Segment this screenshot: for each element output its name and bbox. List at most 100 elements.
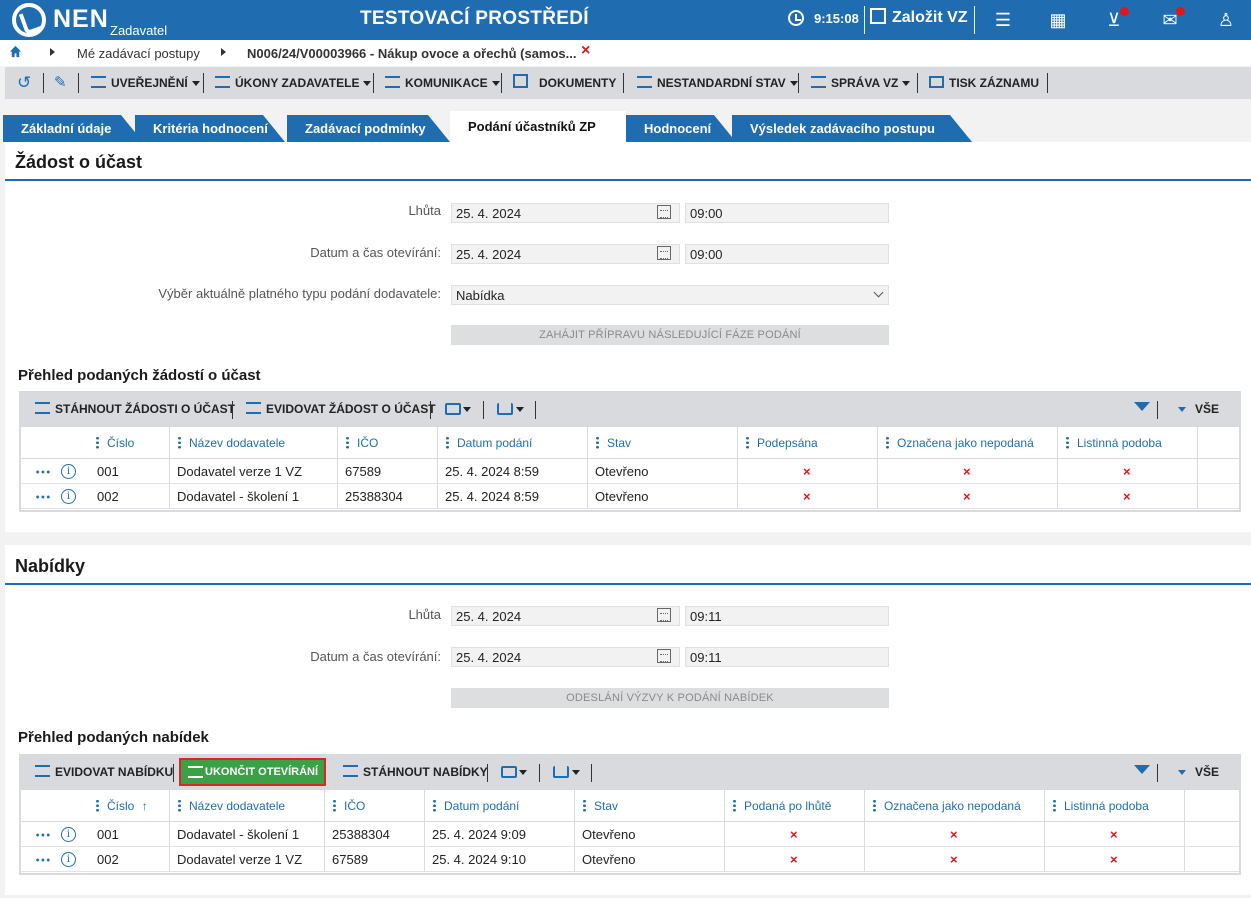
col-stav-label: Stav xyxy=(594,799,619,813)
caret-down-icon[interactable] xyxy=(1178,407,1186,412)
col-oznacena[interactable]: Označena jako nepodaná xyxy=(873,790,1021,822)
lhuta-time-input[interactable]: 09:11 xyxy=(685,606,889,626)
caret-down-icon[interactable] xyxy=(463,407,471,412)
caret-down-icon[interactable] xyxy=(516,407,524,412)
menu-sprava-vz[interactable]: SPRÁVA VZ xyxy=(811,67,911,99)
info-icon[interactable]: i xyxy=(61,489,76,504)
tab-vysledek[interactable]: Výsledek zadávacího postupu xyxy=(732,115,972,142)
col-oznacena[interactable]: Označena jako nepodaná xyxy=(886,427,1034,459)
info-icon[interactable]: i xyxy=(61,852,76,867)
sort-ascending-icon[interactable]: ↑ xyxy=(142,799,148,813)
otevirani-time-input[interactable]: 09:00 xyxy=(685,244,889,264)
vse-button[interactable]: VŠE xyxy=(1195,754,1219,790)
tab-kriteria-hodnoceni[interactable]: Kritéria hodnocení xyxy=(135,115,285,142)
table-row[interactable]: i 002 Dodavatel - školení 1 25388304 25.… xyxy=(21,484,1239,509)
otevirani-date-input[interactable]: 25. 4. 2024 xyxy=(451,647,680,667)
create-vz-button[interactable]: Založit VZ xyxy=(870,8,968,32)
table-row[interactable]: i 001 Dodavatel verze 1 VZ 67589 25. 4. … xyxy=(21,459,1239,484)
refresh-icon[interactable]: ↺ xyxy=(17,67,31,99)
caret-down-icon[interactable] xyxy=(519,770,527,775)
calendar-icon[interactable] xyxy=(657,246,671,260)
cross-icon: × xyxy=(790,827,798,842)
table-row[interactable]: i 001 Dodavatel - školení 1 25388304 25.… xyxy=(21,822,1239,847)
evidovat-zadost-button[interactable]: EVIDOVAT ŽÁDOST O ÚČAST xyxy=(246,391,436,427)
menu-icon[interactable]: ☰ xyxy=(991,8,1015,32)
evidovat-nabidku-button[interactable]: EVIDOVAT NABÍDKU xyxy=(35,754,173,790)
ukoncit-otevirani-button[interactable]: UKONČIT OTEVÍRÁNÍ xyxy=(179,758,327,786)
col-stav[interactable]: Stav xyxy=(583,790,618,822)
info-icon[interactable]: i xyxy=(61,827,76,842)
odeslani-vyzvy-button[interactable]: ODESLÁNÍ VÝZVY K PODÁNÍ NABÍDEK xyxy=(451,688,889,708)
filter-icon[interactable] xyxy=(1134,402,1150,411)
otevirani-time-input[interactable]: 09:11 xyxy=(685,647,889,667)
menu-ukony-zadavatele[interactable]: ÚKONY ZADAVATELE xyxy=(215,67,372,99)
calendar-icon[interactable]: ▦ xyxy=(1046,8,1070,32)
more-actions-icon[interactable] xyxy=(35,858,51,862)
col-podana-po-lhute[interactable]: Podaná po lhůtě xyxy=(733,790,831,822)
lhuta-time-input[interactable]: 09:00 xyxy=(685,203,889,223)
menu-nestandardni-stav[interactable]: NESTANDARDNÍ STAV xyxy=(637,67,798,99)
menu-dokumenty[interactable]: DOKUMENTY xyxy=(513,67,616,99)
col-nazev[interactable]: Název dodavatele xyxy=(178,790,285,822)
caret-down-icon[interactable] xyxy=(1178,770,1186,775)
session-time: 9:15:08 xyxy=(814,11,859,26)
list-icon xyxy=(35,765,50,777)
info-icon[interactable]: i xyxy=(61,464,76,479)
toolbar-divider xyxy=(373,73,374,93)
col-ico[interactable]: IČO xyxy=(333,790,365,822)
col-datum[interactable]: Datum podání xyxy=(433,790,519,822)
breadcrumb-current-procedure[interactable]: N006/24/V00003966 - Nákup ovoce a ořechů… xyxy=(247,46,577,61)
menu-komunikace[interactable]: KOMUNIKACE xyxy=(385,67,500,99)
calendar-icon[interactable] xyxy=(657,649,671,663)
tab-zakladni-udaje[interactable]: Základní údaje xyxy=(3,115,143,142)
print-icon[interactable] xyxy=(501,766,517,778)
col-listinna[interactable]: Listinná podoba xyxy=(1053,790,1149,822)
lhuta-date-input[interactable]: 25. 4. 2024 xyxy=(451,606,680,626)
col-listinna[interactable]: Listinná podoba xyxy=(1066,427,1162,459)
toolbar-divider xyxy=(78,73,79,93)
tab-podani-ucastniku[interactable]: Podání účastníků ZP xyxy=(450,111,626,142)
caret-down-icon[interactable] xyxy=(572,770,580,775)
tab-zadavaci-podminky[interactable]: Zadávací podmínky xyxy=(287,115,450,142)
column-menu-icon xyxy=(1053,799,1056,812)
breadcrumb-my-procedures[interactable]: Mé zadávací postupy xyxy=(77,46,200,61)
lhuta-date-input[interactable]: 25. 4. 2024 xyxy=(451,203,680,223)
stahnout-zadosti-button[interactable]: STÁHNOUT ŽÁDOSTI O ÚČAST xyxy=(35,391,235,427)
user-icon[interactable]: ♙ xyxy=(1214,8,1238,32)
col-ico-label: IČO xyxy=(357,436,379,450)
home-icon[interactable] xyxy=(9,45,22,58)
col-cislo[interactable]: Číslo ↑ xyxy=(96,790,148,822)
col-podepsana[interactable]: Podepsána xyxy=(746,427,818,459)
typ-podani-label: Výběr aktuálně platného typu podání doda… xyxy=(158,286,441,301)
print-icon[interactable] xyxy=(445,403,461,415)
create-vz-label: Založit VZ xyxy=(892,9,968,26)
calendar-icon[interactable] xyxy=(657,608,671,622)
logo-text[interactable]: NEN xyxy=(53,5,109,34)
zahajit-pripravu-button[interactable]: ZAHÁJIT PŘÍPRAVU NÁSLEDUJÍCÍ FÁZE PODÁNÍ xyxy=(451,325,889,345)
table-row[interactable]: i 002 Dodavatel verze 1 VZ 67589 25. 4. … xyxy=(21,847,1239,872)
col-cislo[interactable]: Číslo xyxy=(96,427,134,459)
export-icon[interactable] xyxy=(497,403,513,415)
col-stav[interactable]: Stav xyxy=(596,427,631,459)
cross-icon: × xyxy=(803,489,811,504)
more-actions-icon[interactable] xyxy=(35,495,51,499)
typ-podani-select[interactable]: Nabídka xyxy=(451,285,889,305)
export-icon[interactable] xyxy=(553,766,569,778)
pencil-icon[interactable]: ✎ xyxy=(54,67,67,99)
stahnout-nabidky-button[interactable]: STÁHNOUT NABÍDKY xyxy=(343,754,488,790)
otevirani-date-input[interactable]: 25. 4. 2024 xyxy=(451,244,680,264)
close-icon[interactable]: × xyxy=(581,42,590,60)
more-actions-icon[interactable] xyxy=(35,470,51,474)
menu-uverejneni[interactable]: UVEŘEJNĚNÍ xyxy=(91,67,200,99)
col-nazev[interactable]: Název dodavatele xyxy=(178,427,285,459)
calendar-icon[interactable] xyxy=(657,205,671,219)
more-actions-icon[interactable] xyxy=(35,833,51,837)
tab-hodnoceni[interactable]: Hodnocení xyxy=(626,115,736,142)
col-ico[interactable]: IČO xyxy=(346,427,378,459)
nen-logo-icon[interactable] xyxy=(12,3,46,37)
col-datum[interactable]: Datum podání xyxy=(446,427,532,459)
vse-button[interactable]: VŠE xyxy=(1195,391,1219,427)
filter-icon[interactable] xyxy=(1134,765,1150,774)
document-icon xyxy=(513,74,528,88)
menu-tisk-zaznamu[interactable]: TISK ZÁZNAMU xyxy=(929,67,1039,99)
